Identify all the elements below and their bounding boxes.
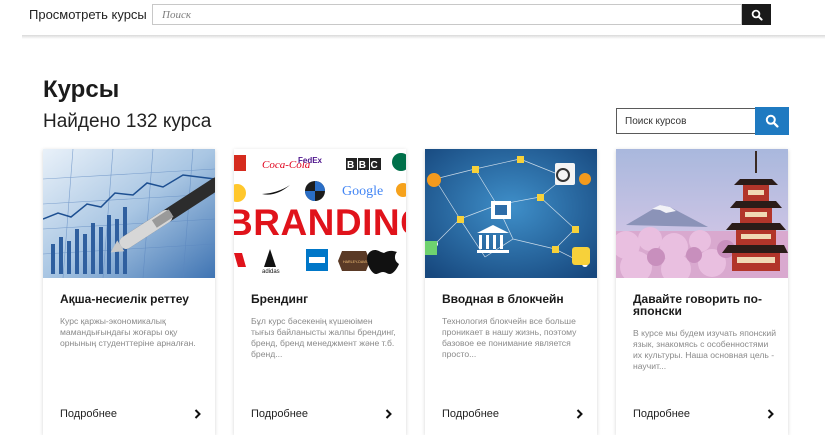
course-description: Бұл курс бәсекенің күшеюімен тығыз байла… bbox=[251, 316, 396, 359]
search-icon bbox=[765, 114, 779, 128]
course-title[interactable]: Вводная в блокчейн bbox=[442, 293, 592, 305]
navbar-divider bbox=[22, 35, 825, 39]
branding-word: BRANDING bbox=[234, 202, 406, 243]
bbc-logo: BBC bbox=[346, 158, 382, 171]
course-image-finance bbox=[43, 149, 215, 278]
course-description: Курс қаржы-экономикалық мамандығындағы ж… bbox=[60, 316, 196, 348]
chevron-right-icon[interactable] bbox=[765, 408, 775, 420]
chevron-right-icon[interactable] bbox=[574, 408, 584, 420]
course-image-blockchain bbox=[425, 149, 597, 278]
search-icon bbox=[751, 9, 763, 21]
course-image-branding: Coca-Cola FedEx BBC Google BRANDING adid… bbox=[234, 149, 406, 278]
top-search-input[interactable] bbox=[153, 5, 741, 25]
details-link[interactable]: Подробнее bbox=[251, 408, 308, 420]
course-card[interactable]: Давайте говорить по-японски В курсе мы б… bbox=[616, 149, 788, 435]
top-search-box bbox=[152, 4, 742, 25]
top-search-button[interactable] bbox=[742, 4, 771, 25]
page-title: Курсы bbox=[43, 76, 120, 103]
results-count: Найдено 132 курса bbox=[43, 111, 212, 132]
course-description: В курсе мы будем изучать японский язык, … bbox=[633, 328, 777, 371]
browse-courses-link[interactable]: Просмотреть курсы bbox=[29, 7, 147, 22]
fedex-logo: FedEx bbox=[298, 156, 323, 165]
course-search-box bbox=[616, 108, 756, 134]
course-title[interactable]: Брендинг bbox=[251, 293, 401, 305]
chevron-right-icon[interactable] bbox=[192, 408, 202, 420]
course-card[interactable]: Coca-Cola FedEx BBC Google BRANDING adid… bbox=[234, 149, 406, 435]
course-description: Технология блокчейн все больше проникает… bbox=[442, 316, 577, 359]
chevron-right-icon[interactable] bbox=[383, 408, 393, 420]
top-navbar: Просмотреть курсы bbox=[0, 0, 831, 37]
course-search-button[interactable] bbox=[755, 107, 789, 135]
google-logo: Google bbox=[342, 184, 383, 199]
course-card[interactable]: Ақша-несиелік реттеу Курс қаржы-экономик… bbox=[43, 149, 215, 435]
svg-text:adidas: adidas bbox=[262, 269, 280, 275]
svg-text:BBC: BBC bbox=[347, 160, 382, 171]
course-search-input[interactable] bbox=[617, 109, 755, 133]
details-link[interactable]: Подробнее bbox=[442, 408, 499, 420]
details-link[interactable]: Подробнее bbox=[633, 408, 690, 420]
course-card[interactable]: Вводная в блокчейн Технология блокчейн в… bbox=[425, 149, 597, 435]
course-title[interactable]: Ақша-несиелік реттеу bbox=[60, 293, 210, 305]
course-title[interactable]: Давайте говорить по-японски bbox=[633, 293, 783, 317]
details-link[interactable]: Подробнее bbox=[60, 408, 117, 420]
course-image-japan bbox=[616, 149, 788, 278]
